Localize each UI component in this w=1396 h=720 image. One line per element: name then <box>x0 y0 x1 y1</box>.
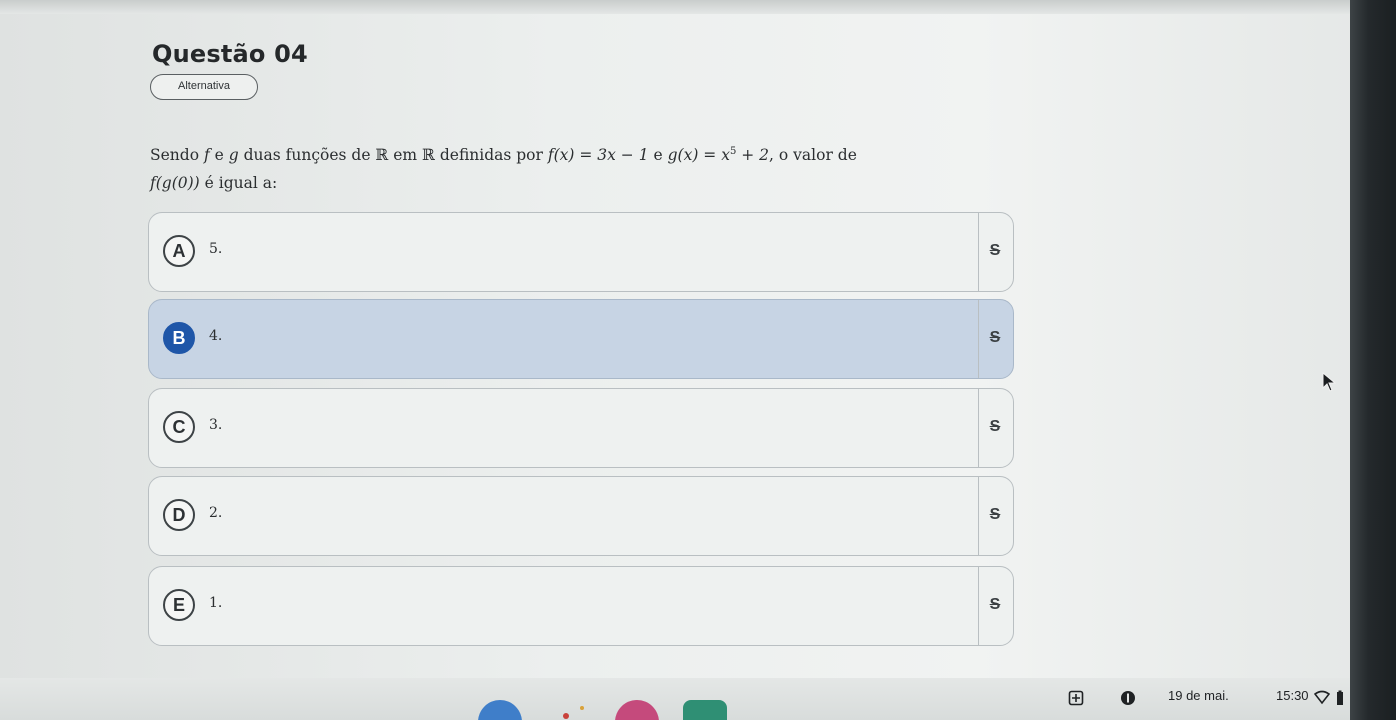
option-divider <box>977 300 979 378</box>
option-divider <box>977 213 979 291</box>
tray-date[interactable]: 19 de mai. <box>1168 688 1229 703</box>
top-strip <box>0 0 1350 14</box>
app-dots-icon[interactable] <box>556 702 588 720</box>
option-value-a: 5. <box>209 241 223 257</box>
wifi-icon[interactable] <box>1314 690 1330 706</box>
strikethrough-icon[interactable]: S <box>985 595 1005 615</box>
tray-time[interactable]: 15:30 <box>1276 688 1309 703</box>
app-icon-green[interactable] <box>683 700 727 720</box>
question-type-badge: Alternativa <box>150 74 258 100</box>
option-divider <box>977 389 979 467</box>
option-divider <box>977 477 979 555</box>
system-shelf <box>0 678 1350 720</box>
question-statement: Sendo f e g duas funções de ℝ em ℝ defin… <box>150 146 857 193</box>
option-divider <box>977 567 979 645</box>
mouse-cursor-icon <box>1322 372 1336 392</box>
option-value-d: 2. <box>209 505 223 521</box>
option-letter-d: D <box>163 499 195 531</box>
option-e[interactable]: E 1. S <box>148 566 1014 646</box>
option-b[interactable]: B 4. S <box>148 299 1014 379</box>
option-c[interactable]: C 3. S <box>148 388 1014 468</box>
screen: Questão 04 Alternativa Sendo f e g duas … <box>0 0 1396 720</box>
strikethrough-icon[interactable]: S <box>985 505 1005 525</box>
question-title: Questão 04 <box>152 40 308 68</box>
option-value-b: 4. <box>209 328 223 344</box>
option-d[interactable]: D 2. S <box>148 476 1014 556</box>
option-a[interactable]: A 5. S <box>148 212 1014 292</box>
battery-icon[interactable] <box>1336 690 1344 706</box>
option-letter-c: C <box>163 411 195 443</box>
screen-capture-icon[interactable] <box>1068 690 1084 706</box>
option-letter-e: E <box>163 589 195 621</box>
option-value-c: 3. <box>209 417 223 433</box>
strikethrough-icon[interactable]: S <box>985 241 1005 261</box>
option-value-e: 1. <box>209 595 223 611</box>
notification-icon[interactable] <box>1120 690 1136 706</box>
option-letter-b: B <box>163 322 195 354</box>
strikethrough-icon[interactable]: S <box>985 328 1005 348</box>
option-letter-a: A <box>163 235 195 267</box>
monitor-bezel <box>1350 0 1396 720</box>
strikethrough-icon[interactable]: S <box>985 417 1005 437</box>
